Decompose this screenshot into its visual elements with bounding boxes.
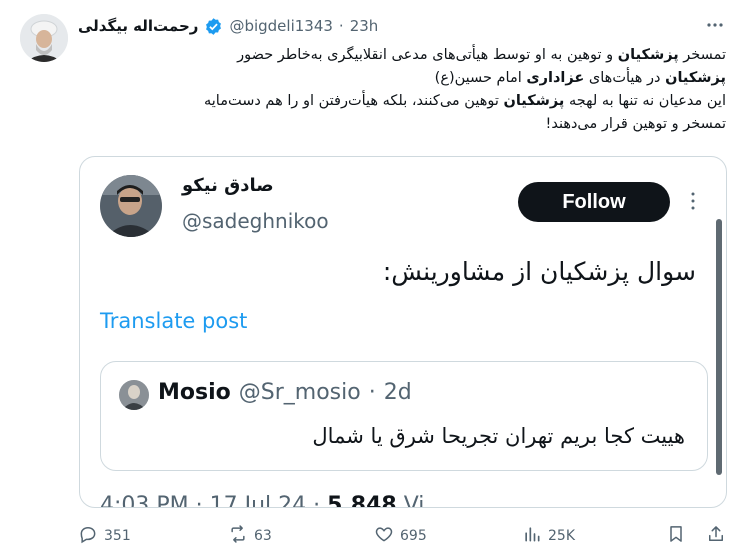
separator-dot: · [338, 17, 344, 35]
quote-avatar-image [119, 380, 149, 410]
bookmark-icon [666, 524, 686, 548]
like-count: 695 [400, 528, 427, 544]
reply-count: 351 [104, 528, 131, 544]
quote-author-handle[interactable]: @Sr_mosio [239, 380, 361, 405]
quote-author-name[interactable]: Mosio [158, 380, 231, 405]
author-avatar[interactable] [20, 14, 68, 62]
quoted-tweet[interactable]: Mosio @Sr_mosio · 2d هییت کجا بریم تهران… [100, 361, 708, 471]
embed-more-icon[interactable] [688, 189, 698, 213]
views-count: 25K [548, 528, 575, 544]
quote-time[interactable]: 2d [384, 380, 412, 405]
embed-timestamp-row: 4:03 PM · 17 Jul 24 · 5,848 Vi [100, 493, 425, 508]
embed-views-label: Vi [396, 493, 425, 508]
tweet-text-line: تمسخر پزشکیان و توهین به او توسط هیأتی‌ه… [78, 44, 726, 67]
tweet-text-line: تمسخر و توهین قرار می‌دهند! [78, 113, 726, 136]
embed-author-name[interactable]: صادق نیکو [182, 175, 274, 196]
repost-count: 63 [254, 528, 272, 544]
reply-icon [78, 524, 98, 548]
tweet-text-line: پزشکیان در هیأت‌های عزاداری امام حسین(ع) [78, 67, 726, 90]
author-name[interactable]: رحمت‌اله بیگدلی [78, 17, 198, 35]
follow-button[interactable]: Follow [518, 182, 670, 222]
more-options-icon[interactable] [704, 14, 726, 36]
repost-button[interactable]: 63 [228, 522, 272, 550]
tweet-time[interactable]: 23h [350, 17, 379, 35]
reply-button[interactable]: 351 [78, 522, 131, 550]
tweet-text-segment: تمسخر [678, 47, 726, 63]
quote-separator-dot: · [368, 380, 376, 405]
embed-timestamp[interactable]: 4:03 PM · 17 Jul 24 · [100, 493, 327, 507]
cleric-avatar-image [20, 14, 68, 62]
tweet-text-segment: امام حسین(ع) [434, 70, 527, 86]
quote-text: هییت کجا بریم تهران تجریحا شرق یا شمال [312, 424, 685, 448]
tweet-text-bold[interactable]: پزشکیان [503, 93, 564, 109]
embed-author-handle[interactable]: @sadeghnikoo [182, 209, 329, 233]
heart-icon [374, 524, 394, 548]
verified-badge-icon [204, 17, 223, 36]
quote-author-avatar[interactable] [119, 380, 149, 410]
tweet-text: تمسخر پزشکیان و توهین به او توسط هیأتی‌ه… [78, 44, 726, 136]
repost-icon [228, 524, 248, 548]
tweet-text-segment: در هیأت‌های [584, 70, 666, 86]
share-icon [706, 524, 726, 548]
views-button[interactable]: 25K [522, 522, 575, 550]
tweet-text-segment: تمسخر و توهین قرار می‌دهند! [545, 116, 726, 132]
quote-header: Mosio @Sr_mosio · 2d [158, 380, 412, 405]
tweet-text-bold[interactable]: عزاداری [526, 70, 584, 86]
embed-tweet-text: سوال پزشکیان از مشاورینش: [382, 257, 696, 286]
tweet-text-line: این مدعیان نه تنها به لهجه پزشکیان توهین… [78, 90, 726, 113]
embed-avatar-image [100, 175, 162, 237]
tweet-text-segment: توهین می‌کنند، بلکه هیأت‌رفتن او را هم د… [203, 93, 504, 109]
tweet-text-bold[interactable]: پزشکیان [665, 70, 726, 86]
embedded-tweet[interactable]: صادق نیکو @sadeghnikoo Follow سوال پزشکی… [79, 156, 727, 508]
tweet-text-segment: این مدعیان نه تنها به لهجه [564, 93, 726, 109]
tweet-header: رحمت‌اله بیگدلی @bigdeli1343 · 23h [78, 14, 378, 38]
embed-scrollbar[interactable] [716, 219, 722, 475]
translate-post-link[interactable]: Translate post [100, 309, 247, 333]
embed-author-avatar[interactable] [100, 175, 162, 237]
action-bar: 351 63 695 25K [78, 522, 728, 550]
tweet-text-bold[interactable]: پزشکیان [618, 47, 679, 63]
bookmark-button[interactable] [666, 522, 686, 550]
author-handle[interactable]: @bigdeli1343 [229, 17, 332, 35]
embed-views-count: 5,848 [327, 493, 397, 508]
like-button[interactable]: 695 [374, 522, 427, 550]
views-chart-icon [522, 524, 542, 548]
share-button[interactable] [706, 522, 726, 550]
tweet-text-segment: و توهین به او توسط هیأتی‌های مدعی انقلاب… [237, 47, 618, 63]
